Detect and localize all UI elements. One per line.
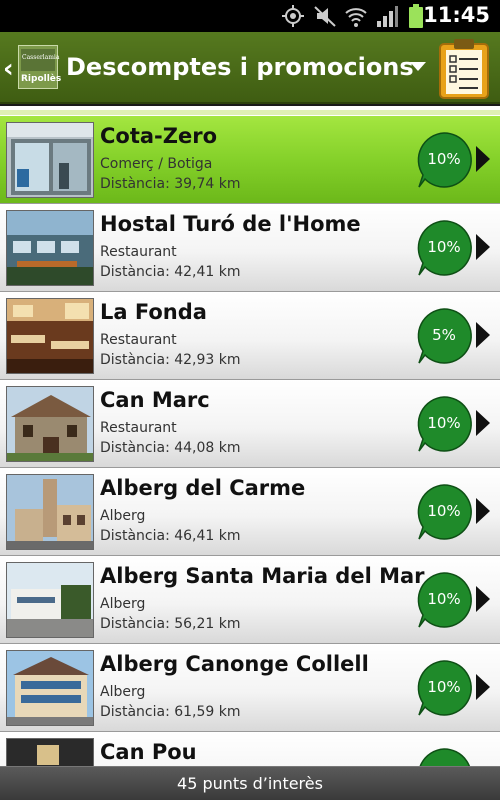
item-name: Alberg del Carme bbox=[100, 476, 306, 500]
dropdown-arrow-icon[interactable] bbox=[410, 62, 426, 71]
list-item[interactable]: Cota-Zero Comerç / Botiga Distància: 39,… bbox=[0, 116, 500, 204]
back-chevron-icon[interactable]: ‹ bbox=[3, 54, 14, 84]
item-name: Can Pou bbox=[100, 740, 197, 764]
clock: 11:45 bbox=[423, 3, 490, 27]
item-distance: Distància: 56,21 km bbox=[100, 616, 241, 632]
action-bar: ‹ Casserlamia Ripollès Descomptes i prom… bbox=[0, 32, 500, 104]
list-item[interactable]: Can Marc Restaurant Distància: 44,08 km … bbox=[0, 380, 500, 468]
item-category: Alberg bbox=[100, 508, 146, 524]
item-distance: Distància: 61,59 km bbox=[100, 704, 241, 720]
chevron-right-icon[interactable] bbox=[476, 234, 490, 260]
mute-icon bbox=[314, 6, 336, 27]
item-category: Alberg bbox=[100, 684, 146, 700]
item-name: La Fonda bbox=[100, 300, 207, 324]
item-name: Can Marc bbox=[100, 388, 210, 412]
chevron-right-icon[interactable] bbox=[476, 498, 490, 524]
wifi-icon bbox=[345, 8, 367, 27]
discount-value: 5% bbox=[432, 326, 456, 344]
item-category: Alberg bbox=[100, 596, 146, 612]
page-title[interactable]: Descomptes i promocions bbox=[66, 53, 414, 81]
chevron-right-icon[interactable] bbox=[476, 322, 490, 348]
clipboard-list-icon[interactable] bbox=[436, 38, 492, 100]
item-category: Restaurant bbox=[100, 332, 177, 348]
app-logo[interactable]: Casserlamia Ripollès bbox=[18, 45, 62, 89]
discount-badge bbox=[419, 748, 470, 766]
points-list[interactable]: Cota-Zero Comerç / Botiga Distància: 39,… bbox=[0, 116, 500, 766]
thumbnail-image bbox=[6, 298, 94, 374]
item-category: Restaurant bbox=[100, 420, 177, 436]
chevron-right-icon[interactable] bbox=[476, 586, 490, 612]
item-name: Cota-Zero bbox=[100, 124, 218, 148]
footer-bar: 45 punts d’interès bbox=[0, 766, 500, 800]
thumbnail-image bbox=[6, 122, 94, 198]
item-distance: Distància: 42,41 km bbox=[100, 264, 241, 280]
chevron-right-icon[interactable] bbox=[476, 674, 490, 700]
thumbnail-image bbox=[6, 474, 94, 550]
logo-text: Ripollès bbox=[21, 74, 62, 84]
thumbnail-image bbox=[6, 738, 94, 766]
discount-value: 10% bbox=[427, 590, 461, 608]
item-distance: Distància: 39,74 km bbox=[100, 176, 241, 192]
discount-value: 10% bbox=[427, 414, 461, 432]
item-name: Alberg Santa Maria del Mar bbox=[100, 564, 425, 588]
item-category: Restaurant bbox=[100, 244, 177, 260]
list-item[interactable]: Alberg Santa Maria del Mar Alberg Distàn… bbox=[0, 556, 500, 644]
item-distance: Distància: 42,93 km bbox=[100, 352, 241, 368]
list-item[interactable]: Alberg Canonge Collell Alberg Distància:… bbox=[0, 644, 500, 732]
signal-icon bbox=[377, 6, 398, 27]
chevron-right-icon[interactable] bbox=[476, 410, 490, 436]
discount-value: 10% bbox=[427, 238, 461, 256]
chevron-right-icon[interactable] bbox=[476, 146, 490, 172]
thumbnail-image bbox=[6, 210, 94, 286]
status-bar: 11:45 bbox=[0, 0, 500, 32]
item-distance: Distància: 46,41 km bbox=[100, 528, 241, 544]
item-distance: Distància: 44,08 km bbox=[100, 440, 241, 456]
logo-mini-text: Casserlamia bbox=[22, 54, 60, 61]
battery-icon bbox=[409, 4, 423, 28]
list-top-highlight bbox=[0, 110, 500, 115]
list-item[interactable]: Alberg del Carme Alberg Distància: 46,41… bbox=[0, 468, 500, 556]
item-name: Hostal Turó de l'Home bbox=[100, 212, 361, 236]
item-name: Alberg Canonge Collell bbox=[100, 652, 369, 676]
discount-value: 10% bbox=[427, 150, 461, 168]
list-item[interactable]: Can Pou bbox=[0, 732, 500, 766]
list-item[interactable]: Hostal Turó de l'Home Restaurant Distànc… bbox=[0, 204, 500, 292]
points-count: 45 punts d’interès bbox=[177, 774, 323, 793]
discount-value: 10% bbox=[427, 502, 461, 520]
gps-icon bbox=[282, 5, 304, 27]
list-item[interactable]: La Fonda Restaurant Distància: 42,93 km … bbox=[0, 292, 500, 380]
thumbnail-image bbox=[6, 650, 94, 726]
thumbnail-image bbox=[6, 386, 94, 462]
thumbnail-image bbox=[6, 562, 94, 638]
discount-value: 10% bbox=[427, 678, 461, 696]
item-category: Comerç / Botiga bbox=[100, 156, 213, 172]
